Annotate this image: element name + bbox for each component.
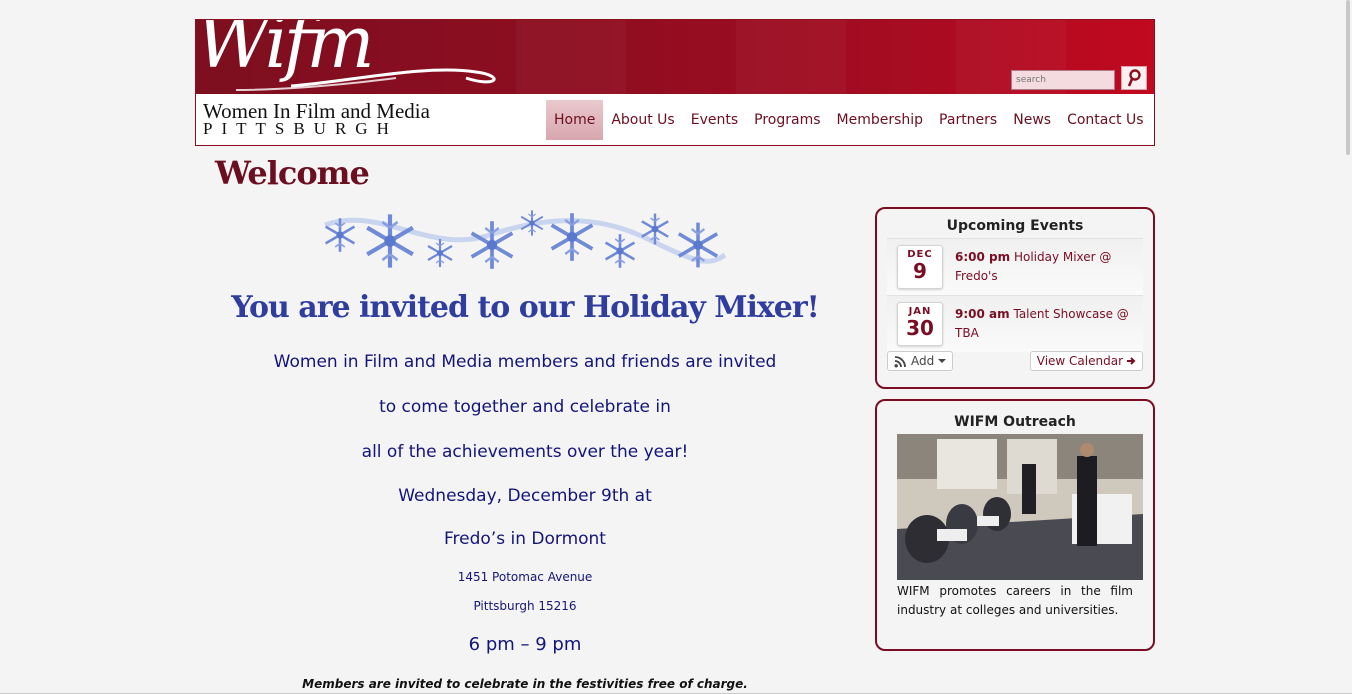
event-time: 9:00 am bbox=[955, 307, 1010, 321]
invite-line: Women in Film and Media members and frie… bbox=[273, 352, 777, 372]
members-note: Members are invited to celebrate in the … bbox=[302, 677, 748, 691]
arrow-right-icon bbox=[1127, 357, 1136, 365]
event-item[interactable]: JAN 30 9:00 am Talent Showcase @ TBA bbox=[887, 295, 1143, 352]
nav-news[interactable]: News bbox=[1005, 100, 1059, 140]
nav-contact-us[interactable]: Contact Us bbox=[1059, 100, 1151, 140]
widget-title: Upcoming Events bbox=[946, 218, 1084, 234]
upcoming-events-widget: Upcoming Events DEC 9 6:00 pm Holiday Mi… bbox=[875, 207, 1155, 389]
logo-wordmark[interactable]: Wifm bbox=[196, 20, 375, 78]
add-feed-button[interactable]: Add bbox=[887, 351, 954, 371]
main-nav: Home About Us Events Programs Membership… bbox=[546, 100, 1152, 140]
invite-line: all of the achievements over the year! bbox=[361, 442, 689, 462]
event-venue: Fredo’s in Dormont bbox=[444, 529, 606, 549]
header-banner: Wifm bbox=[196, 20, 1154, 94]
event-details[interactable]: 6:00 pm Holiday Mixer @ Fredo's bbox=[955, 248, 1135, 286]
date-day: 9 bbox=[913, 259, 927, 283]
date-badge: JAN 30 bbox=[897, 302, 943, 346]
nav-membership[interactable]: Membership bbox=[829, 100, 932, 140]
banner-texture bbox=[736, 20, 846, 94]
scrollbar-thumb[interactable] bbox=[1346, 0, 1350, 155]
widget-title: WIFM Outreach bbox=[954, 414, 1076, 430]
nav-home[interactable]: Home bbox=[546, 100, 604, 140]
search-icon bbox=[1127, 69, 1141, 87]
snowflake-banner-icon bbox=[324, 209, 727, 271]
outreach-description: WIFM promotes careers in the film indust… bbox=[897, 584, 1133, 617]
rss-icon bbox=[894, 355, 906, 367]
nav-events[interactable]: Events bbox=[683, 100, 746, 140]
search-input[interactable] bbox=[1011, 70, 1115, 90]
address-city: Pittsburgh 15216 bbox=[473, 599, 577, 613]
view-calendar-label: View Calendar bbox=[1036, 354, 1123, 368]
page-title: Welcome bbox=[215, 154, 370, 192]
invite-heading: You are invited to our Holiday Mixer! bbox=[231, 290, 820, 325]
event-date: Wednesday, December 9th at bbox=[398, 486, 652, 506]
view-calendar-button[interactable]: View Calendar bbox=[1029, 351, 1143, 371]
banner-texture bbox=[516, 20, 626, 94]
site-header: Wifm Women In Film and Media PITTSBURGH … bbox=[195, 19, 1155, 146]
event-time: 6:00 pm bbox=[955, 250, 1011, 264]
scrollbar[interactable] bbox=[1344, 0, 1352, 694]
date-day: 30 bbox=[906, 316, 934, 340]
nav-partners[interactable]: Partners bbox=[931, 100, 1005, 140]
add-label: Add bbox=[911, 354, 935, 368]
event-details[interactable]: 9:00 am Talent Showcase @ TBA bbox=[955, 305, 1135, 343]
date-badge: DEC 9 bbox=[897, 245, 943, 289]
search-button[interactable] bbox=[1121, 66, 1147, 90]
event-time-range: 6 pm – 9 pm bbox=[468, 634, 582, 655]
outreach-photo-image bbox=[897, 434, 1143, 580]
invite-line: to come together and celebrate in bbox=[379, 397, 671, 417]
logo-subtitle: PITTSBURGH bbox=[203, 119, 398, 138]
caret-down-icon bbox=[938, 359, 947, 363]
nav-programs[interactable]: Programs bbox=[746, 100, 828, 140]
address-street: 1451 Potomac Avenue bbox=[457, 570, 593, 584]
outreach-widget: WIFM Outreach WIFM promotes careers in t… bbox=[875, 399, 1155, 651]
nav-about-us[interactable]: About Us bbox=[603, 100, 682, 140]
outreach-photo bbox=[897, 434, 1143, 580]
event-item[interactable]: DEC 9 6:00 pm Holiday Mixer @ Fredo's bbox=[887, 238, 1143, 295]
